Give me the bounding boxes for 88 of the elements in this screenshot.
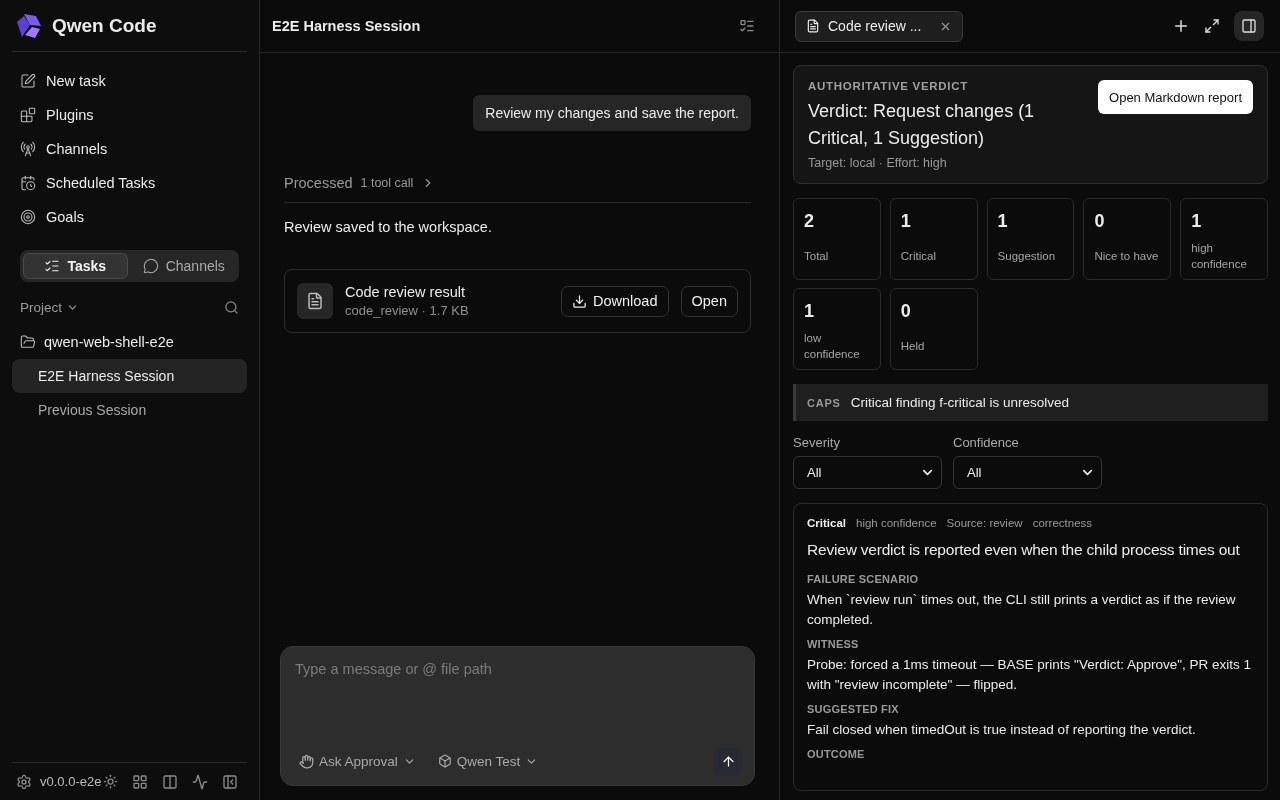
stat-label: Suggestion — [997, 248, 1057, 264]
hand-icon — [299, 753, 314, 769]
attachment-meta: code_review · 1.7 KB — [345, 303, 470, 318]
chat-bubble-icon — [142, 258, 159, 274]
section-heading: SUGGESTED FIX — [807, 703, 900, 715]
stat-value: 0 — [900, 301, 912, 322]
section-heading: WITNESS — [807, 638, 860, 650]
folder-icon — [20, 334, 36, 350]
stat-value: 1 — [804, 301, 815, 322]
open-report-button[interactable]: Open Markdown report — [1098, 80, 1253, 114]
view-tab[interactable]: Tasks — [23, 253, 128, 279]
checklist-icon — [44, 258, 61, 274]
pen-square-icon — [20, 73, 36, 89]
stat-value: 1 — [997, 211, 1009, 232]
attachment-title: Code review result — [345, 284, 467, 300]
nav-item[interactable]: Plugins — [12, 98, 247, 132]
verdict-meta: Target: local · Effort: high — [808, 156, 948, 170]
collapse-sidebar-icon[interactable] — [222, 773, 239, 790]
settings-icon[interactable] — [16, 773, 32, 790]
download-button[interactable]: Download — [561, 285, 669, 317]
cube-icon — [437, 754, 452, 768]
section-body: Fail closed when timedOut is true instead of reporting the verdict. — [807, 721, 1197, 739]
assistant-message: Review saved to the workspace. — [284, 219, 493, 235]
version-label: v0.0.0-e2e — [40, 774, 102, 789]
section-heading: OUTCOME — [807, 748, 866, 760]
session-item[interactable]: Previous Session — [12, 393, 247, 427]
session-title: E2E Harness Session — [272, 18, 421, 34]
filter-select[interactable]: All — [953, 456, 1102, 489]
section-body: Probe: forced a 1ms timeout — BASE prints "Verdict: Approve", PR exits 1 with "review incomplete" — flipped. — [807, 656, 1253, 694]
finding-tag: Source: review — [946, 517, 1023, 529]
activity-icon[interactable] — [192, 773, 209, 790]
target-icon — [20, 209, 36, 225]
search-icon[interactable] — [224, 300, 239, 315]
project-dropdown[interactable]: Project — [20, 300, 80, 315]
caps-text: Critical finding f-critical is unresolved — [850, 395, 1070, 410]
stat-label: low confidence — [804, 330, 861, 362]
finding-tag: high confidence — [856, 517, 937, 529]
columns-icon[interactable] — [162, 773, 179, 790]
nav-item[interactable]: New task — [12, 64, 247, 98]
nav-item[interactable]: Scheduled Tasks — [12, 166, 247, 200]
logo-icon — [16, 12, 42, 39]
processed-toggle[interactable]: Processed 1 tool call — [284, 175, 751, 203]
filter-select[interactable]: All — [793, 456, 942, 489]
document-icon — [806, 19, 820, 33]
stat-label: high confidence — [1191, 240, 1248, 272]
list-icon[interactable] — [739, 18, 755, 34]
nav-item[interactable]: Channels — [12, 132, 247, 166]
filter-label: Confidence — [953, 435, 1020, 450]
download-icon — [572, 293, 587, 309]
project-folder[interactable]: qwen-web-shell-e2e — [12, 325, 247, 359]
severity-label: Critical — [807, 517, 846, 529]
filter-label: Severity — [793, 435, 841, 450]
radio-tower-icon — [20, 141, 36, 157]
user-message: Review my changes and save the report. — [473, 95, 751, 131]
verdict-title: Verdict: Request changes (1 Critical, 1 Suggestion) — [808, 100, 1036, 150]
file-icon — [297, 283, 333, 319]
stat-value: 0 — [1094, 211, 1106, 232]
stat-value: 1 — [1191, 211, 1203, 232]
stat-label: Critical — [900, 248, 937, 264]
stat-label: Nice to have — [1094, 248, 1160, 264]
document-tab[interactable]: Code review ... — [795, 10, 964, 42]
finding-title: Review verdict is reported even when the child process times out — [807, 541, 1241, 559]
panel-toggle-button[interactable] — [1234, 11, 1264, 41]
sun-icon[interactable] — [103, 774, 119, 789]
calendar-clock-icon — [20, 175, 36, 191]
nav-item[interactable]: Goals — [12, 200, 247, 234]
open-button[interactable]: Open — [680, 285, 738, 317]
stat-value: 2 — [804, 211, 815, 232]
add-icon[interactable] — [1172, 17, 1190, 35]
stat-value: 1 — [900, 211, 912, 232]
model-dropdown[interactable]: Qwen Test — [437, 753, 539, 769]
caps-tag: CAPS — [807, 396, 841, 409]
message-field[interactable]: Type a message or @ file path Ask Approval Qwen Test — [280, 646, 755, 786]
session-item[interactable]: E2E Harness Session — [12, 359, 247, 393]
section-body: When `review run` times out, the CLI still prints a verdict as if the review completed. — [807, 591, 1237, 629]
stat-label: Held — [900, 338, 926, 354]
expand-icon[interactable] — [1204, 18, 1220, 34]
panel-icon — [1241, 18, 1257, 34]
blocks-icon — [20, 107, 36, 123]
approval-dropdown[interactable]: Ask Approval — [299, 753, 416, 769]
verdict-eyebrow: AUTHORITATIVE VERDICT — [808, 80, 969, 92]
send-button[interactable] — [714, 747, 742, 775]
finding-tag: correctness — [1032, 517, 1093, 529]
view-tab[interactable]: Channels — [131, 253, 236, 279]
stat-label: Total — [804, 248, 830, 264]
grid-icon[interactable] — [132, 773, 149, 790]
section-heading: FAILURE SCENARIO — [807, 573, 920, 585]
app-title: Qwen Code — [52, 14, 157, 37]
